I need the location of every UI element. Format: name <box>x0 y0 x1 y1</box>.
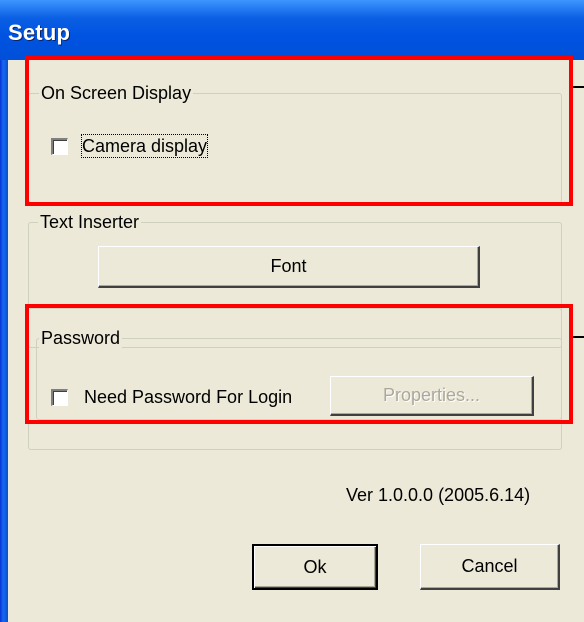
camera-display-label[interactable]: Camera display <box>80 134 209 158</box>
font-button[interactable]: Font <box>98 246 480 288</box>
ok-button[interactable]: Ok <box>252 544 378 590</box>
need-password-label[interactable]: Need Password For Login <box>84 386 292 408</box>
version-text: Ver 1.0.0.0 (2005.6.14) <box>346 485 531 505</box>
osd-leader-line <box>573 86 584 88</box>
text-inserter-group-label: Text Inserter <box>38 212 142 232</box>
password-group-label: Password <box>39 328 123 348</box>
cancel-button[interactable]: Cancel <box>420 544 560 590</box>
camera-display-checkbox[interactable] <box>51 138 68 155</box>
osd-group-label: On Screen Display <box>39 83 194 103</box>
title-bar[interactable]: Setup <box>0 0 584 60</box>
window-frame-left <box>0 60 8 622</box>
dialog-client-area: On Screen Display Camera display Text In… <box>8 60 584 622</box>
window-title: Setup <box>8 20 71 45</box>
need-password-checkbox[interactable] <box>51 389 68 406</box>
properties-button[interactable]: Properties... <box>330 376 534 416</box>
password-leader-line <box>573 336 584 338</box>
setup-dialog: Setup On Screen Display Camera display T… <box>0 0 584 622</box>
